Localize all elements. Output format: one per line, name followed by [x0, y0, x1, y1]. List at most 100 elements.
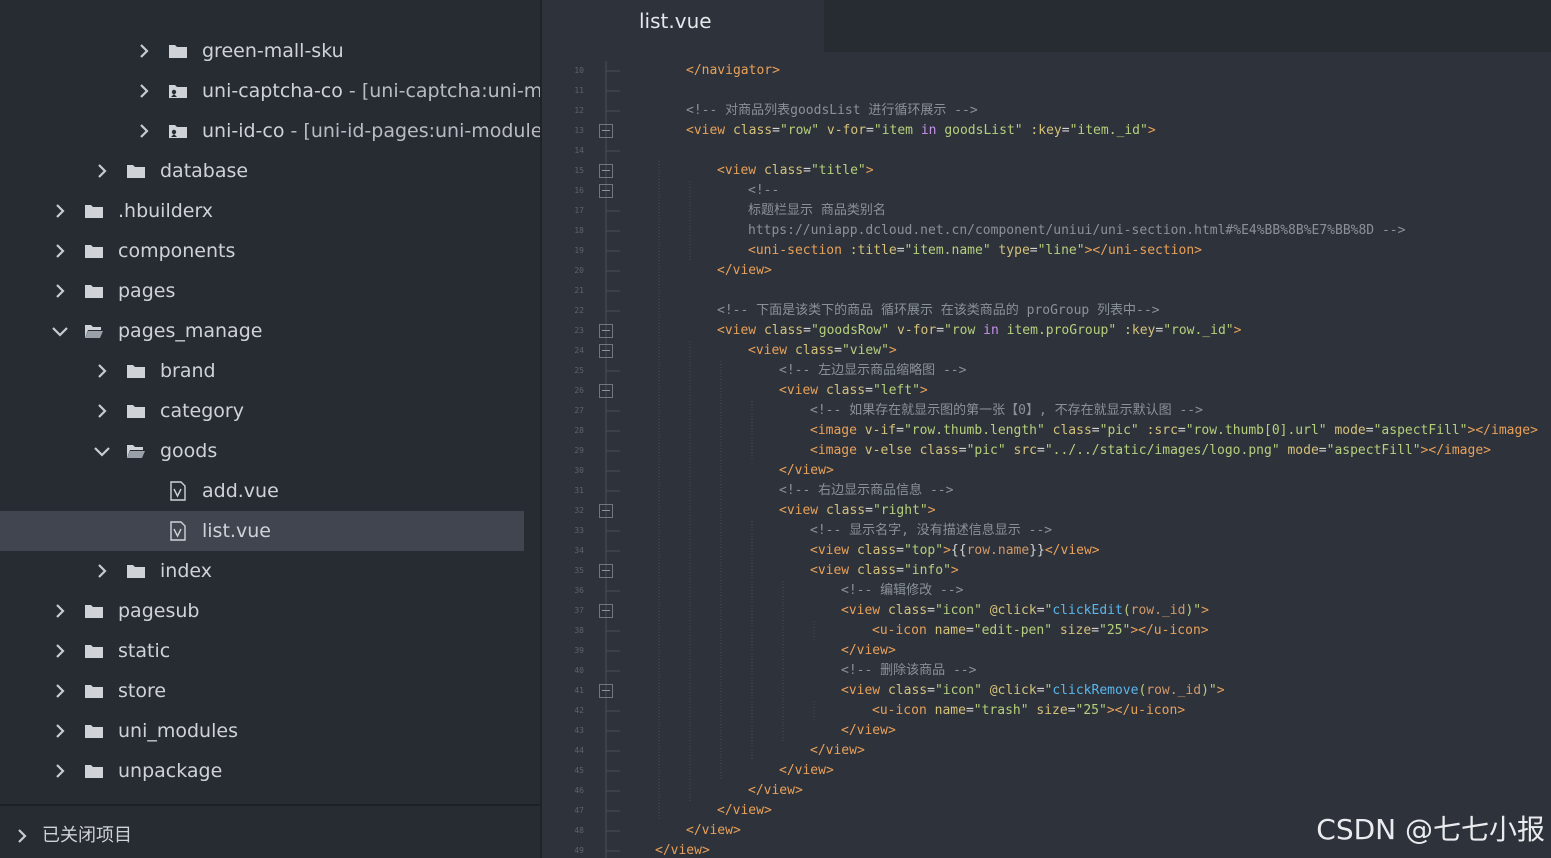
code-token: https://uniapp.dcloud.net.cn/component/u…: [748, 223, 1406, 238]
code-line[interactable]: 35 <view class="info">: [542, 561, 1551, 581]
chevron-right-icon[interactable]: [92, 561, 112, 581]
code-token: class: [856, 563, 897, 578]
code-line[interactable]: 31 <!-- 右边显示商品信息 -->: [542, 481, 1551, 501]
code-token: =: [1067, 703, 1076, 718]
code-line[interactable]: 32 <view class="right">: [542, 501, 1551, 521]
code-token: =: [965, 703, 974, 718]
tree-item-green-mall-sku[interactable]: green-mall-sku: [0, 31, 524, 71]
tree-item-static[interactable]: static: [0, 631, 524, 671]
code-line[interactable]: 29 <image v-else class="pic" src="../../s…: [542, 441, 1551, 461]
code-line[interactable]: 12 <!-- 对商品列表goodsList 进行循环展示 -->: [542, 101, 1551, 121]
chevron-right-icon[interactable]: [134, 41, 154, 61]
code-line[interactable]: 43 </view>: [542, 721, 1551, 741]
code-line[interactable]: 19 <uni-section :title="item.name" type="…: [542, 241, 1551, 261]
chevron-right-icon[interactable]: [50, 241, 70, 261]
fold-toggle-icon[interactable]: [599, 684, 613, 698]
tree-item-brand[interactable]: brand: [0, 351, 524, 391]
code-line[interactable]: 41 <view class="icon" @click="clickRemove…: [542, 681, 1551, 701]
fold-toggle-icon[interactable]: [599, 324, 613, 338]
tree-item-add-vue[interactable]: add.vue: [0, 471, 524, 511]
tree-item-store[interactable]: store: [0, 671, 524, 711]
code-line[interactable]: 26 <view class="left">: [542, 381, 1551, 401]
code-line[interactable]: 45 </view>: [542, 761, 1551, 781]
code-token: "left": [872, 383, 920, 398]
tree-item-uni-captcha-co[interactable]: uni-captcha-co - [uni-captcha:uni-mc: [0, 71, 540, 111]
chevron-down-icon[interactable]: [92, 441, 112, 461]
chevron-right-icon[interactable]: [50, 681, 70, 701]
chevron-right-icon[interactable]: [92, 361, 112, 381]
code-text: <!-- 左边显示商品缩略图 -->: [779, 361, 966, 381]
code-text: <view class="view">: [748, 341, 897, 361]
chevron-right-icon[interactable]: [50, 761, 70, 781]
tree-item-pages[interactable]: pages: [0, 271, 524, 311]
code-line[interactable]: 25 <!-- 左边显示商品缩略图 -->: [542, 361, 1551, 381]
code-line[interactable]: 39 </view>: [542, 641, 1551, 661]
tree-item-pagesub[interactable]: pagesub: [0, 591, 524, 631]
fold-toggle-icon[interactable]: [599, 184, 613, 198]
code-line[interactable]: 40 <!-- 删除该商品 -->: [542, 661, 1551, 681]
code-line[interactable]: 22 <!-- 下面是该类下的商品 循环展示 在该类商品的 proGroup 列表…: [542, 301, 1551, 321]
code-token: class: [825, 503, 866, 518]
chevron-right-icon[interactable]: [134, 81, 154, 101]
code-token: "trash": [973, 703, 1029, 718]
code-line[interactable]: 21: [542, 281, 1551, 301]
fold-toggle-icon[interactable]: [599, 604, 613, 618]
code-line[interactable]: 15 <view class="title">: [542, 161, 1551, 181]
code-line[interactable]: 38 <u-icon name="edit-pen" size="25"></u-…: [542, 621, 1551, 641]
chevron-right-icon[interactable]: [50, 601, 70, 621]
chevron-right-icon[interactable]: [134, 121, 154, 141]
code-line[interactable]: 18 https://uniapp.dcloud.net.cn/component…: [542, 221, 1551, 241]
tree-item-list-vue[interactable]: list.vue: [0, 511, 524, 551]
chevron-down-icon[interactable]: [50, 321, 70, 341]
tree-item-components[interactable]: components: [0, 231, 524, 271]
chevron-right-icon[interactable]: [50, 281, 70, 301]
chevron-right-icon[interactable]: [50, 721, 70, 741]
code-line[interactable]: 44 </view>: [542, 741, 1551, 761]
code-line[interactable]: 33 <!-- 显示名字, 没有描述信息显示 -->: [542, 521, 1551, 541]
code-line[interactable]: 20 </view>: [542, 261, 1551, 281]
code-line[interactable]: 10 </navigator>: [542, 61, 1551, 81]
code-line[interactable]: 11: [542, 81, 1551, 101]
tree-item-unpackage[interactable]: unpackage: [0, 751, 524, 791]
fold-toggle-icon[interactable]: [599, 124, 613, 138]
code-editor[interactable]: list.vue 10 </navigator> 11 12 <!-- 对商品列表goo…: [542, 0, 1551, 858]
code-token: =: [896, 243, 905, 258]
fold-toggle-icon[interactable]: [599, 344, 613, 358]
fold-toggle-icon[interactable]: [599, 164, 613, 178]
tree-item-hbuilderx[interactable]: .hbuilderx: [0, 191, 524, 231]
code-line[interactable]: 14: [542, 141, 1551, 161]
code-line[interactable]: 34 <view class="top">{{row.name}}</view>: [542, 541, 1551, 561]
fold-toggle-icon[interactable]: [599, 504, 613, 518]
chevron-right-icon[interactable]: [92, 401, 112, 421]
code-line[interactable]: 36 <!-- 编辑修改 -->: [542, 581, 1551, 601]
code-line[interactable]: 23 <view class="goodsRow" v-for="row in i…: [542, 321, 1551, 341]
tree-item-goods[interactable]: goods: [0, 431, 524, 471]
chevron-right-icon[interactable]: [92, 161, 112, 181]
code-line[interactable]: 17 标题栏显示 商品类别名: [542, 201, 1551, 221]
code-area[interactable]: 10 </navigator> 11 12 <!-- 对商品列表goodsList 进行…: [542, 61, 1551, 858]
tree-item-uni-modules[interactable]: uni_modules: [0, 711, 524, 751]
code-line[interactable]: 27 <!-- 如果存在就显示图的第一张【0】, 不存在就显示默认图 -->: [542, 401, 1551, 421]
code-line[interactable]: 13 <view class="row" v-for="item in goods…: [542, 121, 1551, 141]
tree-item-database[interactable]: database: [0, 151, 524, 191]
code-line[interactable]: 24 <view class="view">: [542, 341, 1551, 361]
tree-item-index[interactable]: index: [0, 551, 524, 591]
code-token: <!-- 编辑修改 -->: [841, 583, 964, 598]
vue-file-icon: [168, 521, 188, 541]
tree-item-pages-manage[interactable]: pages_manage: [0, 311, 524, 351]
code-line[interactable]: 16 <!--: [542, 181, 1551, 201]
code-line[interactable]: 28 <image v-if="row.thumb.length" class="…: [542, 421, 1551, 441]
code-line[interactable]: 46 </view>: [542, 781, 1551, 801]
chevron-right-icon[interactable]: [50, 201, 70, 221]
code-text: <view class="top">{{row.name}}</view>: [810, 541, 1100, 561]
chevron-right-icon[interactable]: [50, 641, 70, 661]
fold-toggle-icon[interactable]: [599, 564, 613, 578]
code-text: </view>: [717, 261, 772, 281]
tree-item-category[interactable]: category: [0, 391, 524, 431]
code-line[interactable]: 42 <u-icon name="trash" size="25"></u-ico…: [542, 701, 1551, 721]
code-line[interactable]: 37 <view class="icon" @click="clickEdit(r…: [542, 601, 1551, 621]
code-line[interactable]: 30 </view>: [542, 461, 1551, 481]
fold-toggle-icon[interactable]: [599, 384, 613, 398]
tree-item-uni-id-co[interactable]: uni-id-co - [uni-id-pages:uni-module: [0, 111, 540, 151]
closed-projects-section[interactable]: 已关闭项目: [0, 816, 540, 856]
